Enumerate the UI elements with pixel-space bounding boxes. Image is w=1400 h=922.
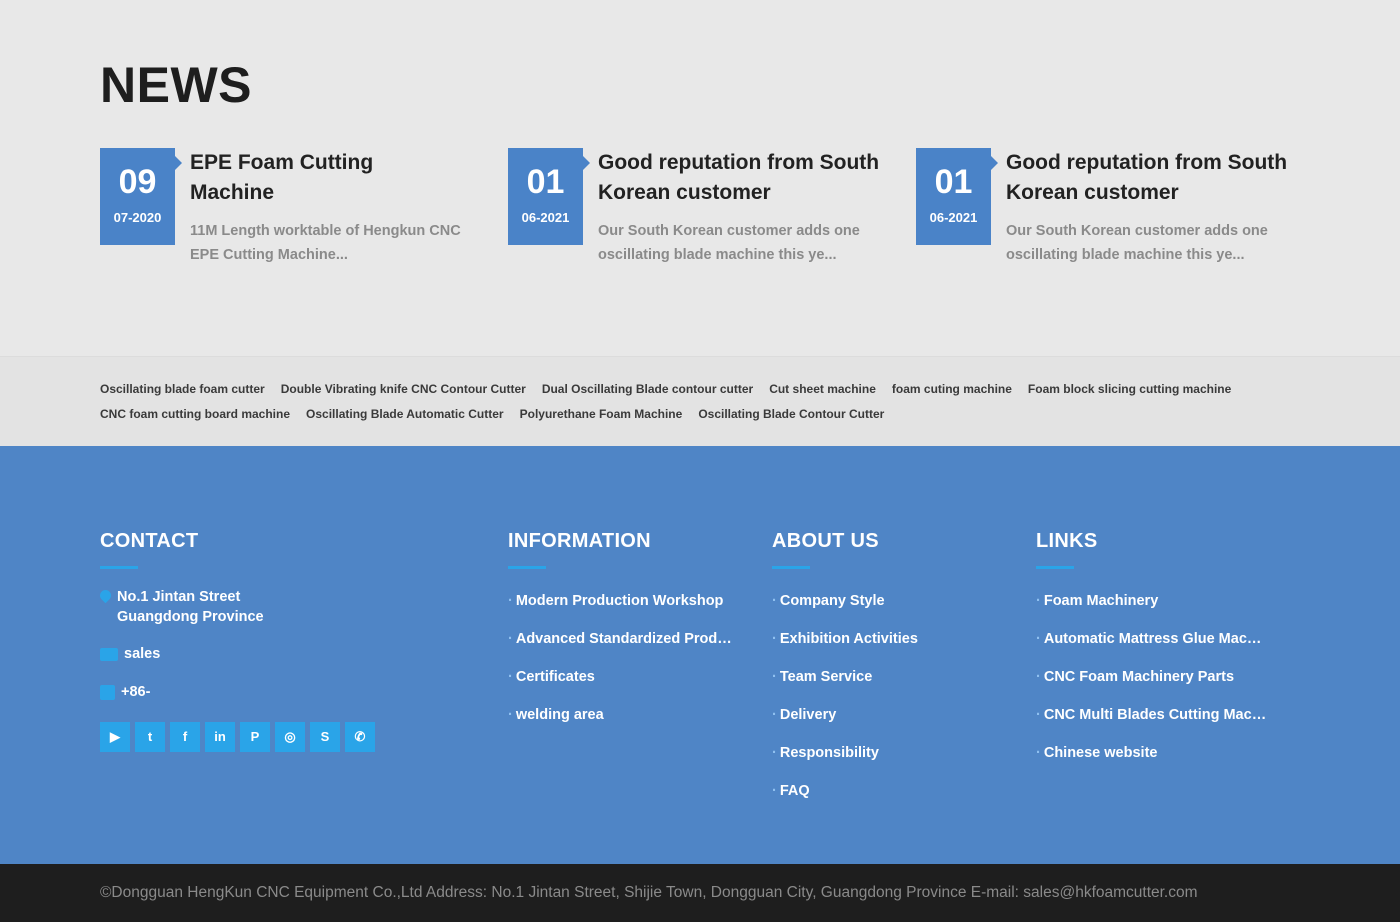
date-month-year: 06-2021 [929, 210, 978, 225]
tag-row: Oscillating blade foam cutter Double Vib… [100, 382, 1231, 396]
footer-link[interactable]: Company Style [772, 591, 1004, 629]
tag-link[interactable]: foam cuting machine [892, 382, 1012, 396]
instagram-icon[interactable]: ◎ [275, 722, 305, 752]
address-line-2: Guangdong Province [117, 609, 264, 625]
phone-text[interactable]: +86- [121, 682, 150, 702]
footer-link[interactable]: Team Service [772, 667, 1004, 705]
title-underline [772, 566, 810, 569]
title-underline [100, 566, 138, 569]
address-row: No.1 Jintan Street Guangdong Province [97, 587, 264, 627]
date-day: 09 [118, 163, 157, 201]
site-footer: CONTACT No.1 Jintan Street Guangdong Pro… [0, 446, 1400, 864]
date-badge: 09 07-2020 [100, 148, 182, 245]
footer-link[interactable]: Delivery [772, 705, 1004, 743]
tag-link[interactable]: CNC foam cutting board machine [100, 407, 290, 421]
facebook-icon[interactable]: f [170, 722, 200, 752]
date-badge: 01 06-2021 [508, 148, 590, 245]
links-column: LINKS Foam Machinery Automatic Mattress … [1036, 530, 1270, 781]
date-badge: 01 06-2021 [916, 148, 998, 245]
date-day: 01 [934, 163, 973, 201]
links-list: Foam Machinery Automatic Mattress Glue M… [1036, 591, 1270, 781]
about-column: ABOUT US Company Style Exhibition Activi… [772, 530, 1004, 819]
tag-link[interactable]: Dual Oscillating Blade contour cutter [542, 382, 753, 396]
contact-title: CONTACT [100, 530, 199, 552]
news-summary: 11M Length worktable of Hengkun CNC EPE … [190, 223, 461, 263]
news-item[interactable]: 09 07-2020 EPE Foam Cutting Machine 11M … [100, 148, 490, 278]
news-item[interactable]: 01 06-2021 Good reputation from South Ko… [508, 148, 898, 278]
footer-link[interactable]: Chinese website [1036, 743, 1270, 781]
contact-column: CONTACT No.1 Jintan Street Guangdong Pro… [97, 530, 480, 752]
footer-link[interactable]: Automatic Mattress Glue Machine [1036, 629, 1270, 667]
news-summary: Our South Korean customer adds one oscil… [1006, 223, 1268, 263]
about-title: ABOUT US [772, 530, 879, 552]
footer-link[interactable]: CNC Multi Blades Cutting Machine [1036, 705, 1270, 743]
footer-link[interactable]: Modern Production Workshop [508, 591, 740, 629]
information-list: Modern Production Workshop Advanced Stan… [508, 591, 740, 743]
tag-link[interactable]: Oscillating Blade Automatic Cutter [306, 407, 504, 421]
news-headline[interactable]: EPE Foam Cutting Machine [190, 148, 390, 208]
phone-icon [100, 685, 115, 700]
information-title: INFORMATION [508, 530, 651, 552]
tag-link[interactable]: Double Vibrating knife CNC Contour Cutte… [281, 382, 526, 396]
pinterest-icon[interactable]: P [240, 722, 270, 752]
location-pin-icon [97, 587, 114, 604]
phone-row[interactable]: +86- [100, 682, 150, 702]
tag-link[interactable]: Foam block slicing cutting machine [1028, 382, 1231, 396]
title-underline [1036, 566, 1074, 569]
address-line-1: No.1 Jintan Street [117, 589, 241, 605]
date-month-year: 07-2020 [113, 210, 162, 225]
email-text[interactable]: sales [124, 644, 160, 664]
linkedin-icon[interactable]: in [205, 722, 235, 752]
tag-link[interactable]: Oscillating blade foam cutter [100, 382, 265, 396]
skype-icon[interactable]: S [310, 722, 340, 752]
envelope-icon [100, 648, 118, 661]
copyright-text: ©Dongguan HengKun CNC Equipment Co.,Ltd … [100, 884, 1198, 901]
social-links: ▶ t f in P ◎ S ✆ [100, 722, 375, 752]
news-summary: Our South Korean customer adds one oscil… [598, 223, 860, 263]
news-title: NEWS [100, 57, 252, 113]
footer-link[interactable]: FAQ [772, 781, 1004, 819]
footer-link[interactable]: Foam Machinery [1036, 591, 1270, 629]
footer-link[interactable]: Responsibility [772, 743, 1004, 781]
whatsapp-icon[interactable]: ✆ [345, 722, 375, 752]
footer-link[interactable]: Certificates [508, 667, 740, 705]
youtube-icon[interactable]: ▶ [100, 722, 130, 752]
tag-link[interactable]: Oscillating Blade Contour Cutter [698, 407, 884, 421]
email-row[interactable]: sales [100, 644, 160, 664]
news-section: NEWS 09 07-2020 EPE Foam Cutting Machine… [0, 0, 1400, 356]
footer-link[interactable]: CNC Foam Machinery Parts [1036, 667, 1270, 705]
links-title: LINKS [1036, 530, 1098, 552]
date-day: 01 [526, 163, 565, 201]
information-column: INFORMATION Modern Production Workshop A… [508, 530, 740, 743]
footer-link[interactable]: Exhibition Activities [772, 629, 1004, 667]
news-headline[interactable]: Good reputation from South Korean custom… [598, 148, 888, 208]
date-month-year: 06-2021 [521, 210, 570, 225]
twitter-icon[interactable]: t [135, 722, 165, 752]
tag-row: CNC foam cutting board machine Oscillati… [100, 407, 884, 421]
news-item[interactable]: 01 06-2021 Good reputation from South Ko… [916, 148, 1306, 278]
footer-link[interactable]: welding area [508, 705, 740, 743]
about-list: Company Style Exhibition Activities Team… [772, 591, 1004, 819]
news-headline[interactable]: Good reputation from South Korean custom… [1006, 148, 1296, 208]
tag-link[interactable]: Cut sheet machine [769, 382, 876, 396]
tag-links: Oscillating blade foam cutter Double Vib… [0, 356, 1400, 446]
title-underline [508, 566, 546, 569]
copyright-bar: ©Dongguan HengKun CNC Equipment Co.,Ltd … [0, 864, 1400, 922]
footer-link[interactable]: Advanced Standardized Production [508, 629, 740, 667]
tag-link[interactable]: Polyurethane Foam Machine [520, 407, 683, 421]
